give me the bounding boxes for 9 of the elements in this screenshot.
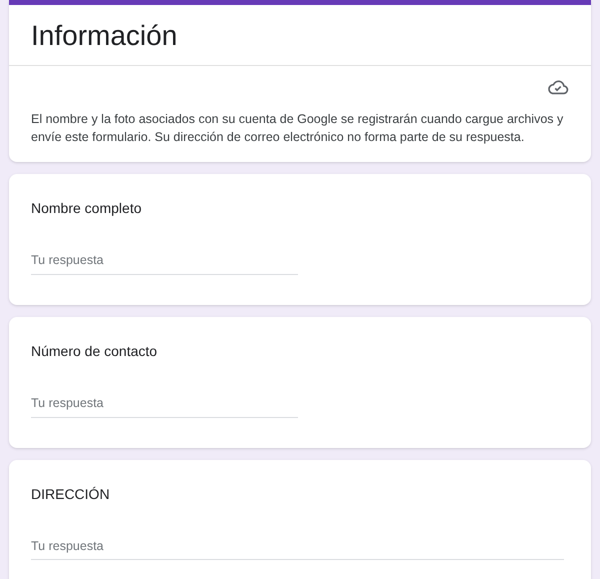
- question-label: Número de contacto: [31, 342, 158, 361]
- form-description: El nombre y la foto asociados con su cuenta de Google se registrarán cuando cargue archivos y envíe este formulario. Su dirección de correo electrónico no forma parte de su respuesta.: [30, 111, 564, 146]
- cloud-check-icon: [547, 78, 569, 96]
- answer-field[interactable]: Tu respuesta: [31, 536, 564, 560]
- question-label: DIRECCIÓN: [31, 484, 111, 504]
- answer-field[interactable]: Tu respuesta: [31, 251, 298, 275]
- question-label: Nombre completo: [31, 199, 142, 218]
- form-title: Información: [31, 19, 178, 53]
- answer-field[interactable]: Tu respuesta: [31, 394, 298, 418]
